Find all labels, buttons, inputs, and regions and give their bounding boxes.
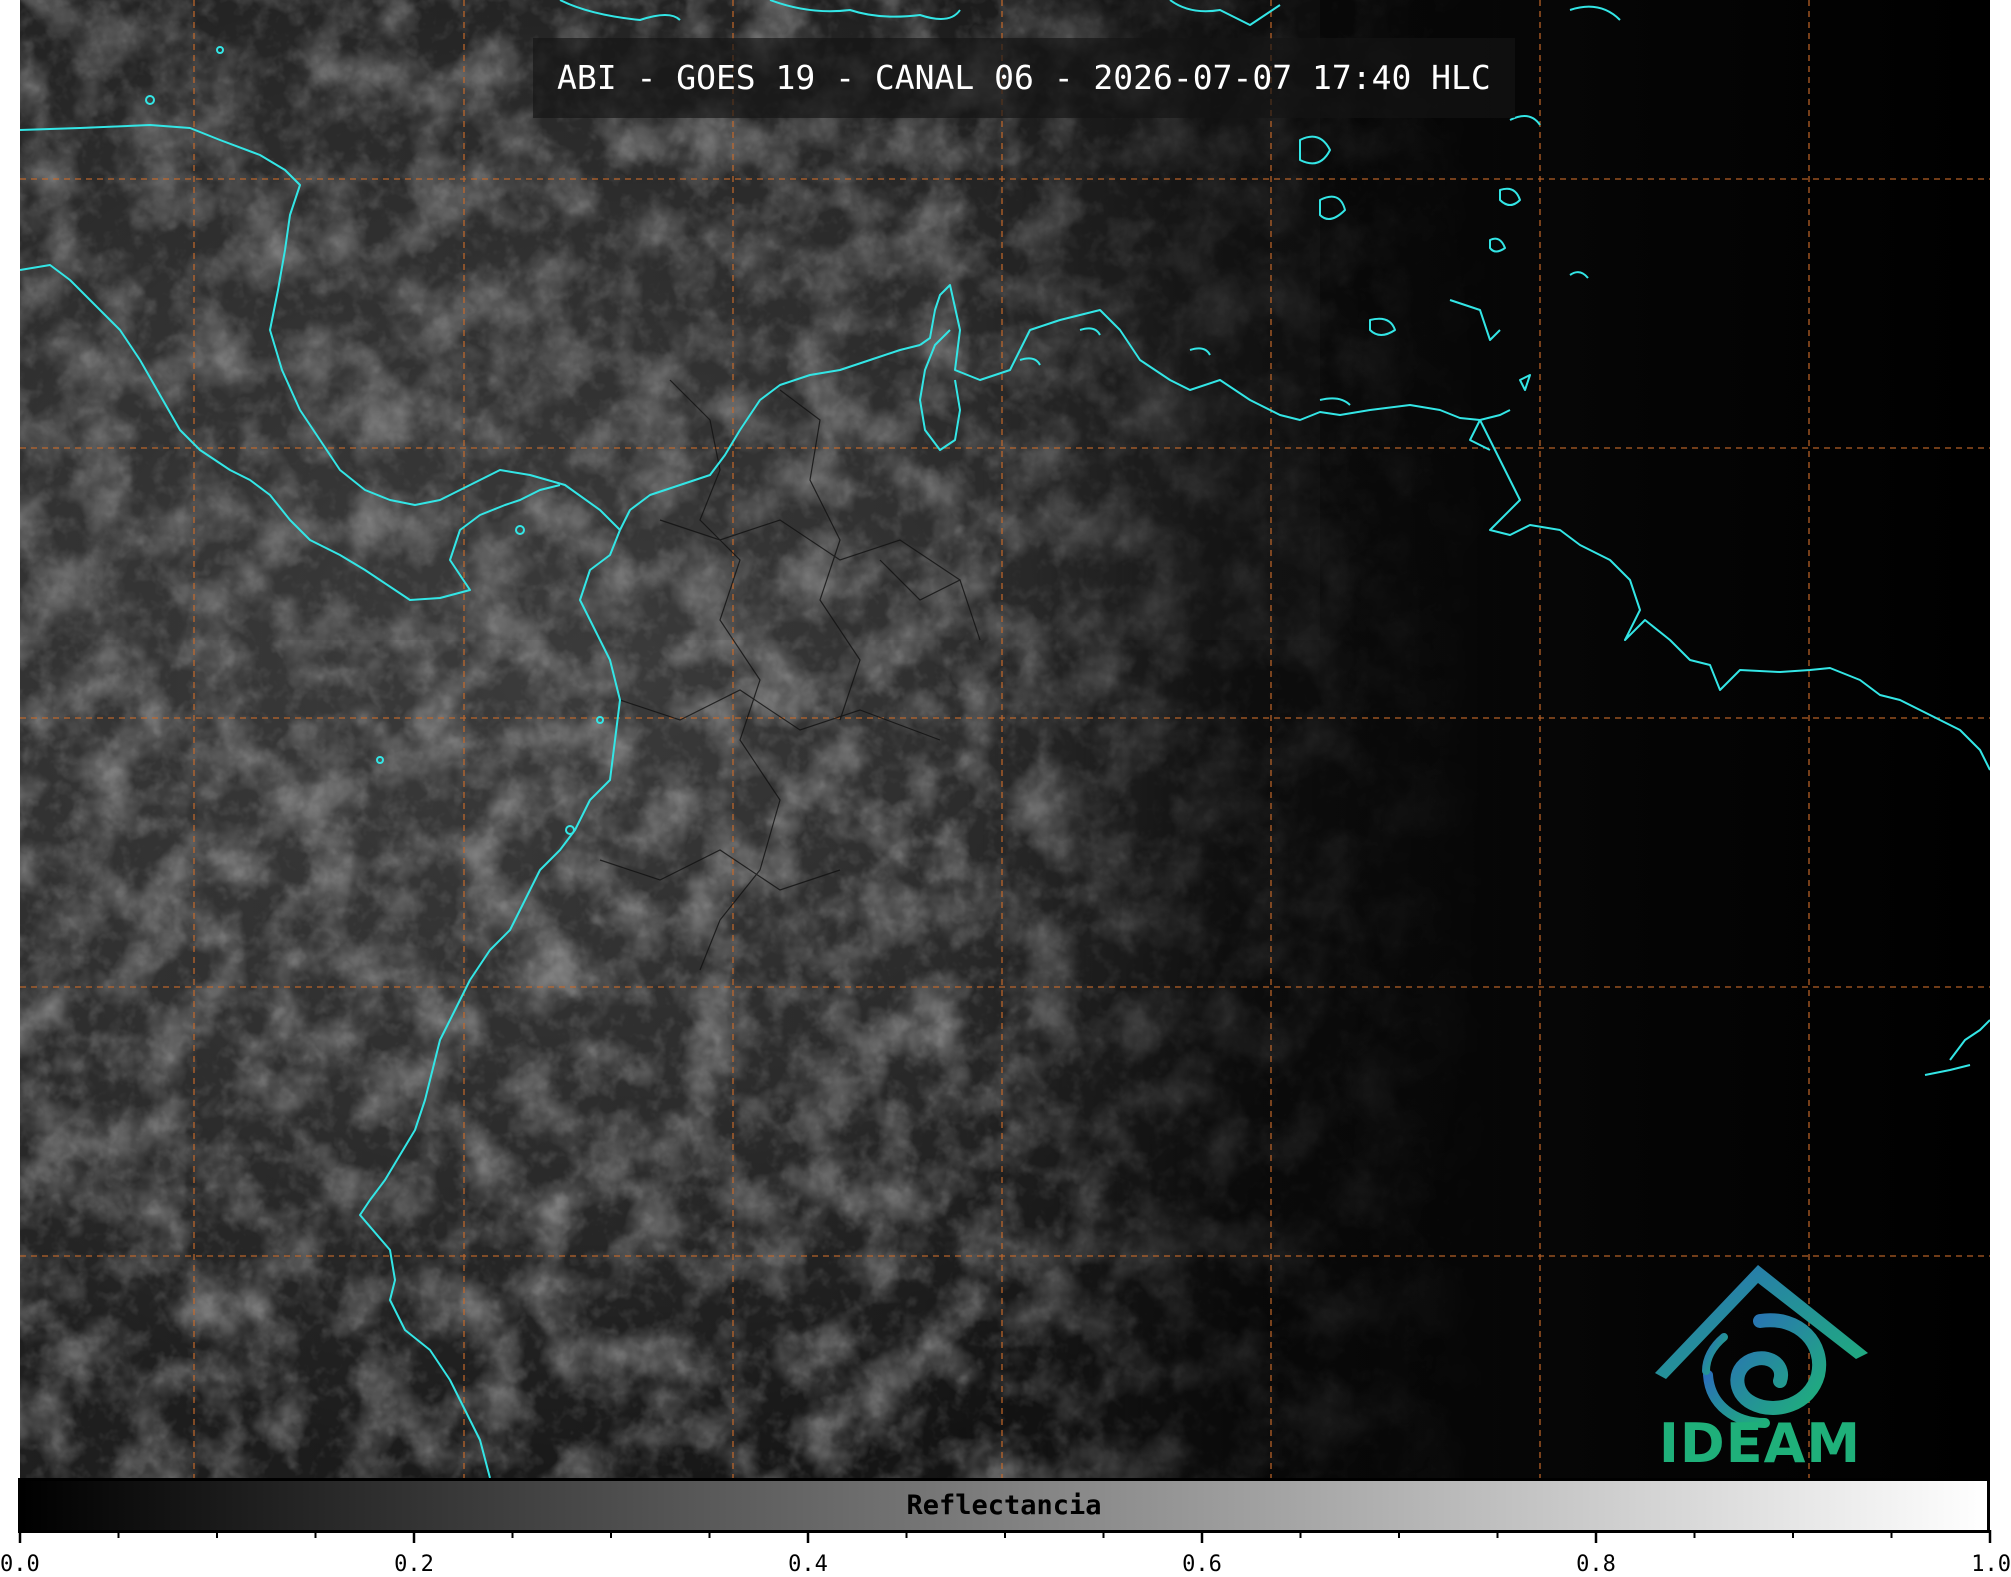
colorbar-tick-label: 1.0 <box>1971 1552 2011 1577</box>
colorbar-tick-label: 0.0 <box>0 1552 40 1577</box>
colorbar-ticks: 0.0 0.2 0.4 0.6 0.8 1.0 <box>0 1530 2011 1577</box>
map-title: ABI - GOES 19 - CANAL 06 - 2026-07-07 17… <box>533 38 1515 118</box>
colorbar-tick-label: 0.4 <box>788 1552 828 1577</box>
colorbar: Reflectancia <box>18 1478 1990 1533</box>
ideam-logo-text: IDEAM <box>1658 1412 1862 1475</box>
colorbar-label: Reflectancia <box>906 1490 1102 1521</box>
colorbar-tick-label: 0.8 <box>1576 1552 1616 1577</box>
colorbar-tick-label: 0.6 <box>1182 1552 1222 1577</box>
colorbar-tick-label: 0.2 <box>394 1552 434 1577</box>
